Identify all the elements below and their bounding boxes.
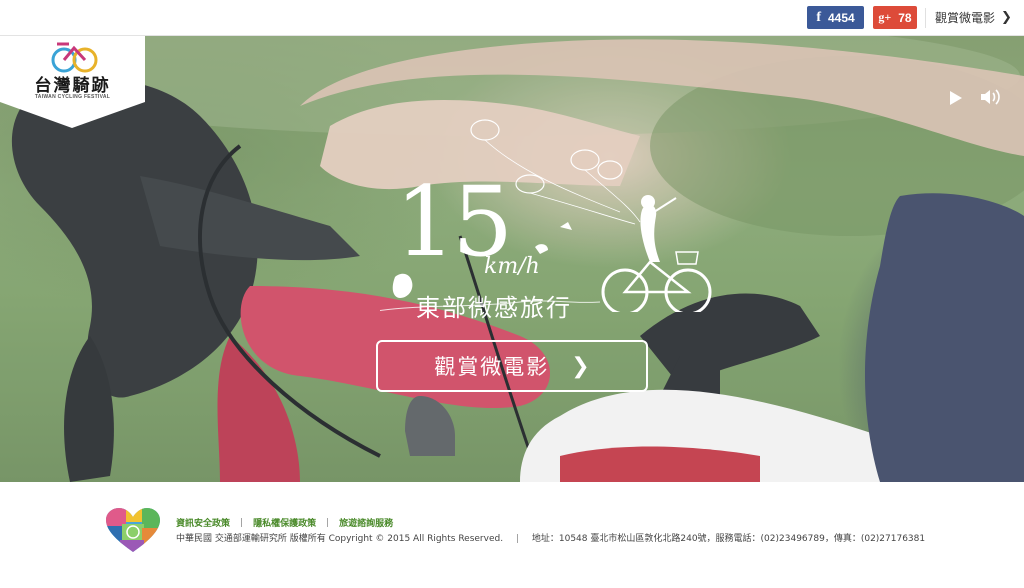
chevron-right-icon: ❯: [571, 353, 590, 379]
footer-separator: |: [515, 534, 519, 544]
hero-video[interactable]: 台灣騎跡 TAIWAN CYCLING FESTIVAL 15 km/h 東部微…: [0, 36, 1024, 482]
footer-copyright: 中華民國 交通部運輸研究所 版權所有 Copyright © 2015 All …: [176, 534, 504, 544]
top-bar: f 4454 g+ 78 觀賞微電影 ❯: [0, 0, 1024, 36]
footer: 資訊安全政策 | 隱私權保護政策 | 旅遊諮詢服務 中華民國 交通部運輸研究所 …: [0, 482, 1024, 588]
footer-copyright-line: 中華民國 交通部運輸研究所 版權所有 Copyright © 2015 All …: [176, 531, 925, 544]
footer-separator: |: [240, 517, 244, 528]
logo-subtitle: TAIWAN CYCLING FESTIVAL: [34, 94, 111, 100]
googleplus-share-button[interactable]: g+ 78: [873, 6, 917, 29]
googleplus-share-count: 78: [898, 10, 912, 25]
chevron-right-icon: ❯: [1001, 10, 1012, 25]
heart-logo-icon: [106, 508, 160, 552]
logo-title: 台灣騎跡: [34, 76, 111, 96]
volume-icon[interactable]: [980, 88, 1002, 106]
footer-address: 地址：10548 臺北市松山區敦化北路240號，服務電話：(02)2349678…: [531, 534, 926, 544]
logo-bicycle-icon: [51, 42, 98, 73]
top-divider: [925, 8, 926, 28]
facebook-share-button[interactable]: f 4454: [807, 6, 864, 29]
footer-link-travel-service[interactable]: 旅遊諮詢服務: [339, 516, 393, 529]
footer-links: 資訊安全政策 | 隱私權保護政策 | 旅遊諮詢服務: [176, 516, 393, 530]
tagline: 東部微感旅行: [416, 294, 572, 322]
watch-film-link[interactable]: 觀賞微電影 ❯: [935, 9, 1012, 26]
speed-unit: km/h: [484, 254, 540, 279]
facebook-icon: f: [816, 9, 821, 25]
facebook-share-count: 4454: [827, 10, 855, 25]
footer-link-privacy-policy[interactable]: 隱私權保護政策: [253, 516, 316, 529]
footer-link-security-policy[interactable]: 資訊安全政策: [176, 516, 230, 529]
googleplus-icon: g+: [878, 10, 892, 24]
watch-film-button-label: 觀賞微電影: [434, 355, 550, 379]
play-icon[interactable]: [949, 90, 963, 106]
watch-film-button[interactable]: 觀賞微電影 ❯: [376, 340, 648, 392]
watch-film-label: 觀賞微電影: [935, 11, 996, 25]
footer-separator: |: [326, 517, 330, 528]
logo[interactable]: 台灣騎跡 TAIWAN CYCLING FESTIVAL: [0, 36, 145, 128]
